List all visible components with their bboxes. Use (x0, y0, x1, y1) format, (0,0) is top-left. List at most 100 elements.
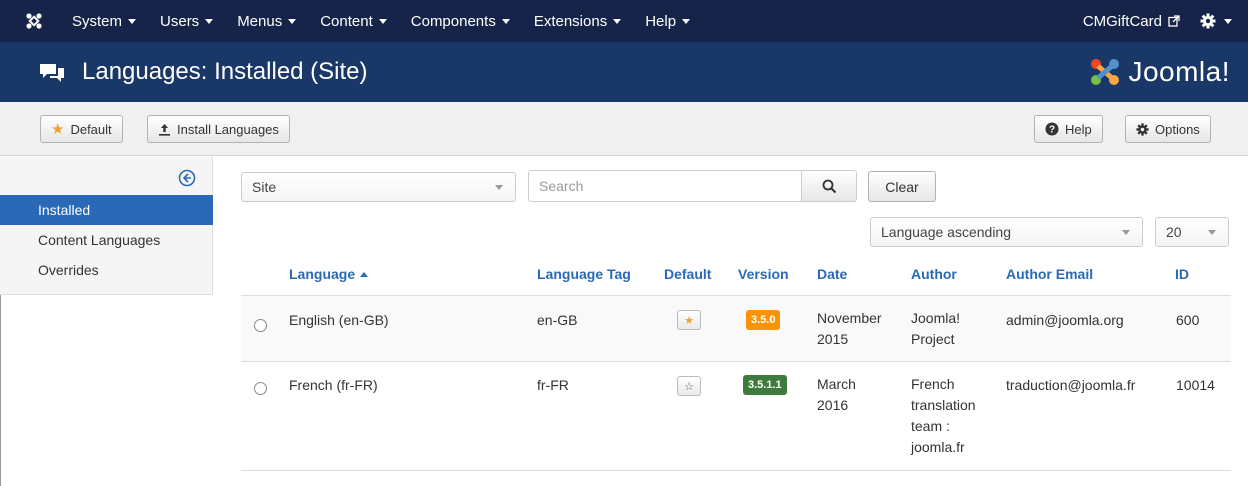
row-select-radio[interactable] (254, 319, 267, 332)
star-outline-icon: ☆ (684, 380, 694, 393)
brand-name: Joomla! (1128, 56, 1230, 87)
install-languages-label: Install Languages (177, 121, 279, 137)
external-link-icon (1168, 15, 1180, 27)
language-id: 600 (1176, 312, 1200, 328)
menu-extensions-label: Extensions (533, 12, 608, 30)
site-name: CMGiftCard (1082, 12, 1162, 30)
sidebar-item-content-languages[interactable]: Content Languages (0, 225, 213, 255)
menu-menus-label: Menus (237, 12, 283, 30)
joomla-brand: Joomla! (1088, 56, 1230, 88)
default-star-button[interactable]: ☆ (677, 376, 701, 396)
author-line: translation (911, 397, 976, 413)
chevron-down-icon (1208, 230, 1216, 235)
comments-icon (40, 64, 64, 82)
joomla-logo-icon (1091, 59, 1120, 85)
column-header-default[interactable]: Default (664, 266, 711, 282)
collapse-sidebar-icon[interactable] (178, 169, 196, 187)
column-header-language[interactable]: Language (289, 266, 369, 282)
sidebar: Installed Content Languages Overrides (0, 157, 213, 295)
default-star-button[interactable]: ★ (677, 310, 701, 330)
language-tag: fr-FR (537, 377, 569, 393)
caret-down-icon (1224, 18, 1232, 24)
sidebar-item-installed[interactable]: Installed (0, 195, 213, 225)
menu-help[interactable]: Help (633, 0, 702, 42)
page-title: Languages: Installed (Site) (82, 58, 368, 85)
author-cell: French translation team : joomla.fr (911, 374, 976, 458)
menu-components[interactable]: Components (399, 0, 522, 42)
menu-system[interactable]: System (60, 0, 148, 42)
version-badge: 3.5.1.1 (743, 375, 787, 395)
ordering-select[interactable]: Language ascending (870, 217, 1143, 247)
upload-icon (159, 123, 170, 136)
language-tag: en-GB (537, 312, 578, 328)
author-line: French (911, 376, 955, 392)
language-id: 10014 (1176, 377, 1215, 393)
client-select-value: Site (252, 179, 277, 195)
menu-extensions[interactable]: Extensions (522, 0, 633, 42)
help-button[interactable]: ? Help (1034, 115, 1103, 143)
table-row: English (en-GB) en-GB ★ 3.5.0 November 2… (241, 295, 1231, 361)
options-button-label: Options (1155, 121, 1200, 137)
top-navbar: System Users Menus Content Components Ex… (0, 0, 1248, 42)
gear-icon (1136, 122, 1149, 136)
sidebar-item-label: Overrides (38, 262, 99, 278)
date-line: March (817, 376, 856, 392)
column-header-author[interactable]: Author (911, 266, 957, 282)
search-input[interactable] (528, 170, 802, 202)
caret-down-icon (613, 18, 622, 24)
clear-button-label: Clear (885, 178, 919, 195)
date-line: 2016 (817, 397, 849, 413)
author-email: admin@joomla.org (1006, 312, 1124, 328)
chevron-down-icon (495, 185, 503, 190)
sort-asc-icon (360, 271, 369, 277)
settings-menu[interactable] (1200, 13, 1248, 29)
star-icon: ★ (684, 314, 694, 327)
caret-down-icon (288, 18, 297, 24)
caret-down-icon (128, 18, 137, 24)
clear-button[interactable]: Clear (868, 171, 936, 202)
column-header-language-tag[interactable]: Language Tag (537, 266, 631, 282)
limit-select[interactable]: 20 (1155, 217, 1229, 247)
question-circle-icon: ? (1045, 122, 1059, 136)
toolbar: ★ Default Install Languages ? Help Optio… (0, 102, 1248, 156)
caret-down-icon (205, 18, 214, 24)
search-button[interactable] (801, 170, 857, 202)
author-cell: Joomla! Project (911, 308, 960, 350)
menu-users[interactable]: Users (148, 0, 225, 42)
menu-help-label: Help (645, 12, 677, 30)
date-cell: March 2016 (817, 374, 856, 416)
column-header-version[interactable]: Version (738, 266, 789, 282)
column-header-author-email[interactable]: Author Email (1006, 266, 1093, 282)
sidebar-item-overrides[interactable]: Overrides (0, 255, 213, 285)
menu-menus[interactable]: Menus (225, 0, 308, 42)
options-button[interactable]: Options (1125, 115, 1211, 143)
menu-content[interactable]: Content (308, 0, 399, 42)
joomla-logo-icon[interactable] (14, 0, 54, 42)
date-line: November (817, 310, 882, 326)
author-line: Joomla! (911, 310, 961, 326)
language-name: French (fr-FR) (289, 377, 378, 393)
caret-down-icon (682, 18, 691, 24)
caret-down-icon (378, 18, 387, 24)
date-cell: November 2015 (817, 308, 882, 350)
site-link[interactable]: CMGiftCard (1083, 13, 1200, 30)
divider (0, 295, 1, 486)
author-line: joomla.fr (911, 439, 965, 455)
star-icon: ★ (51, 121, 65, 138)
column-header-date[interactable]: Date (817, 266, 847, 282)
help-button-label: Help (1065, 121, 1092, 137)
default-button[interactable]: ★ Default (40, 115, 123, 143)
column-header-id[interactable]: ID (1175, 266, 1189, 282)
menu-components-label: Components (410, 12, 496, 30)
gear-icon (1200, 13, 1216, 29)
column-header-label: Language (289, 266, 356, 282)
author-line: Project (911, 331, 955, 347)
sidebar-item-label: Content Languages (38, 232, 161, 248)
install-languages-button[interactable]: Install Languages (147, 115, 290, 143)
svg-text:?: ? (1049, 125, 1055, 136)
search-icon (822, 179, 836, 193)
row-select-radio[interactable] (254, 382, 267, 395)
client-select[interactable]: Site (241, 172, 516, 202)
menu-content-label: Content (320, 12, 373, 30)
author-line: team : (911, 418, 950, 434)
